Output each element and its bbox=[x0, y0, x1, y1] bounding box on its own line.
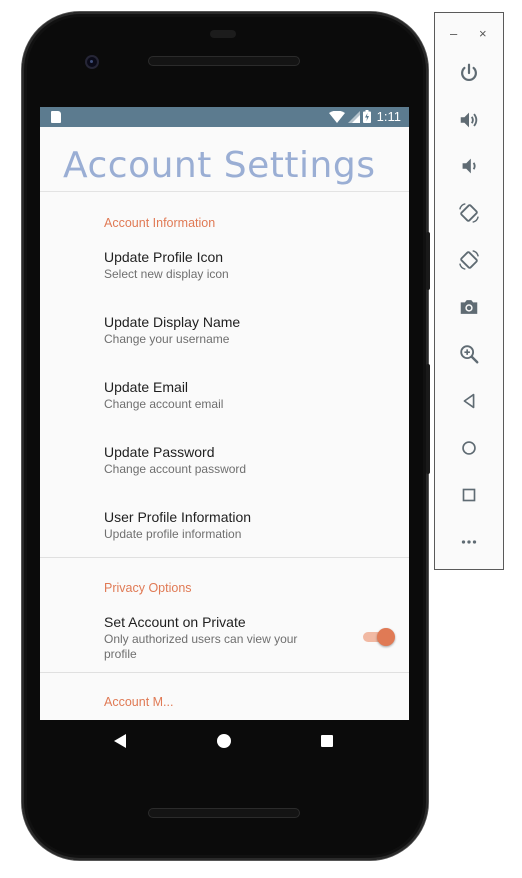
rotate-left-icon[interactable] bbox=[455, 199, 483, 227]
account-management-section: Account M... bbox=[40, 673, 409, 709]
power-side-button bbox=[426, 364, 430, 474]
item-summary: Change your username bbox=[104, 332, 230, 346]
item-title: Update Display Name bbox=[104, 314, 241, 330]
volume-down-icon[interactable] bbox=[455, 152, 483, 180]
app-bar: Account Settings bbox=[40, 127, 409, 192]
volume-rocker bbox=[426, 232, 430, 290]
navigation-bar bbox=[40, 720, 409, 764]
update-display-name-item[interactable]: Update Display Name Change your username bbox=[40, 314, 409, 361]
item-title: Set Account on Private bbox=[104, 614, 246, 630]
more-icon[interactable] bbox=[455, 528, 483, 556]
nav-recents-icon[interactable] bbox=[321, 735, 333, 747]
back-icon[interactable] bbox=[455, 387, 483, 415]
category-header: Account M... bbox=[104, 695, 174, 709]
update-email-item[interactable]: Update Email Change account email bbox=[40, 379, 409, 426]
signal-icon bbox=[347, 110, 360, 123]
home-icon[interactable] bbox=[455, 434, 483, 462]
status-time: 1:11 bbox=[376, 109, 401, 124]
set-account-private-item[interactable]: Set Account on Private Only authorized u… bbox=[40, 614, 409, 661]
device-screen: 1:11 Account Settings Account Informatio… bbox=[40, 107, 409, 720]
switch-thumb bbox=[377, 628, 395, 646]
zoom-icon[interactable] bbox=[455, 340, 483, 368]
category-header: Privacy Options bbox=[104, 581, 192, 595]
bottom-speaker-grille bbox=[148, 808, 300, 818]
camera-icon[interactable] bbox=[455, 293, 483, 321]
power-icon[interactable] bbox=[455, 59, 483, 87]
top-speaker-grille bbox=[148, 56, 300, 66]
earpiece-slot bbox=[210, 30, 236, 38]
front-camera bbox=[85, 55, 99, 69]
page-title: Account Settings bbox=[63, 145, 376, 186]
overview-icon[interactable] bbox=[455, 481, 483, 509]
private-account-switch[interactable] bbox=[363, 628, 395, 646]
minimize-button[interactable]: – bbox=[450, 27, 457, 40]
item-title: Update Password bbox=[104, 444, 215, 460]
wifi-icon bbox=[328, 110, 345, 123]
item-summary: Select new display icon bbox=[104, 267, 229, 281]
item-summary: Change account password bbox=[104, 462, 247, 476]
battery-icon bbox=[362, 110, 371, 123]
emulator-toolbar: – × bbox=[434, 12, 504, 570]
rotate-right-icon[interactable] bbox=[455, 246, 483, 274]
item-title: Update Profile Icon bbox=[104, 249, 224, 265]
volume-up-icon[interactable] bbox=[455, 106, 483, 134]
item-summary: Update profile information bbox=[104, 527, 242, 541]
item-summary: Only authorized users can view your prof… bbox=[104, 632, 298, 661]
item-title: User Profile Information bbox=[104, 509, 252, 525]
update-password-item[interactable]: Update Password Change account password bbox=[40, 444, 409, 491]
item-title: Update Email bbox=[104, 379, 189, 395]
status-bar: 1:11 bbox=[40, 107, 409, 127]
nav-back-icon[interactable] bbox=[114, 734, 126, 748]
sd-card-icon bbox=[51, 111, 61, 123]
category-header: Account Information bbox=[104, 216, 216, 230]
nav-home-icon[interactable] bbox=[217, 734, 231, 748]
close-button[interactable]: × bbox=[479, 27, 487, 40]
update-profile-icon-item[interactable]: Update Profile Icon Select new display i… bbox=[40, 249, 409, 296]
user-profile-information-item[interactable]: User Profile Information Update profile … bbox=[40, 509, 409, 543]
account-information-section: Account Information Update Profile Icon … bbox=[40, 192, 409, 543]
privacy-options-section: Privacy Options Set Account on Private O… bbox=[40, 558, 409, 661]
item-summary: Change account email bbox=[104, 397, 224, 411]
